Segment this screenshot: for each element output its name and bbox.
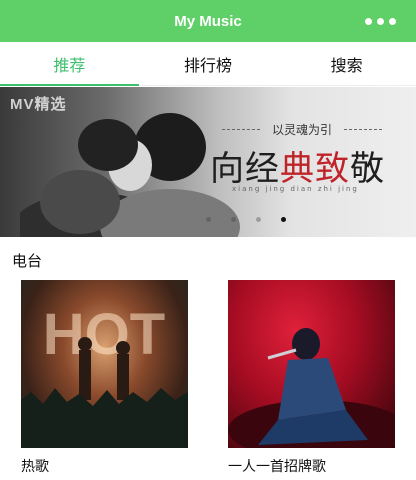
carousel-dot[interactable] — [256, 217, 261, 222]
title-bar: My Music — [0, 0, 416, 42]
section-title-radio: 电台 — [12, 252, 43, 270]
singer-image — [228, 328, 395, 448]
carousel-dot-active[interactable] — [281, 217, 286, 222]
radio-label-hot[interactable]: 热歌 — [21, 456, 49, 476]
radio-thumb-signature[interactable] — [228, 280, 395, 448]
hot-text: HOT — [43, 302, 165, 367]
tab-recommend[interactable]: 推荐 — [0, 42, 139, 86]
banner-pinyin: xiang jing dian zhi jing — [232, 185, 359, 193]
banner-title: 向经典致敬 — [210, 141, 385, 190]
banner-subtitle: 以灵魂为引 — [222, 121, 382, 138]
carousel-dot[interactable] — [206, 217, 211, 222]
radio-card-signature[interactable]: 一人一首招牌歌 — [228, 280, 395, 475]
banner-watermark: MV精选 — [10, 96, 67, 113]
concert-image: HOT — [21, 302, 188, 448]
radio-thumb-hot[interactable]: HOT — [21, 280, 188, 448]
tab-charts[interactable]: 排行榜 — [139, 42, 278, 85]
carousel-dot[interactable] — [231, 217, 236, 222]
tab-bar: 推荐 排行榜 搜索 — [0, 42, 416, 86]
banner-title-part1: 向经 — [210, 149, 280, 189]
banner-title-part2: 典致 — [280, 149, 350, 189]
app-title: My Music — [174, 12, 242, 30]
radio-label-signature[interactable]: 一人一首招牌歌 — [228, 456, 326, 476]
carousel-indicators — [206, 217, 286, 222]
banner-carousel[interactable]: MV精选 以灵魂为引 向经典致敬 xiang jing dian zhi jin… — [0, 87, 416, 237]
banner-title-part3: 敬 — [350, 149, 385, 189]
more-menu-icon[interactable] — [365, 14, 396, 28]
tab-search[interactable]: 搜索 — [277, 42, 416, 85]
radio-card-hot[interactable]: HOT 热歌 — [21, 280, 188, 475]
